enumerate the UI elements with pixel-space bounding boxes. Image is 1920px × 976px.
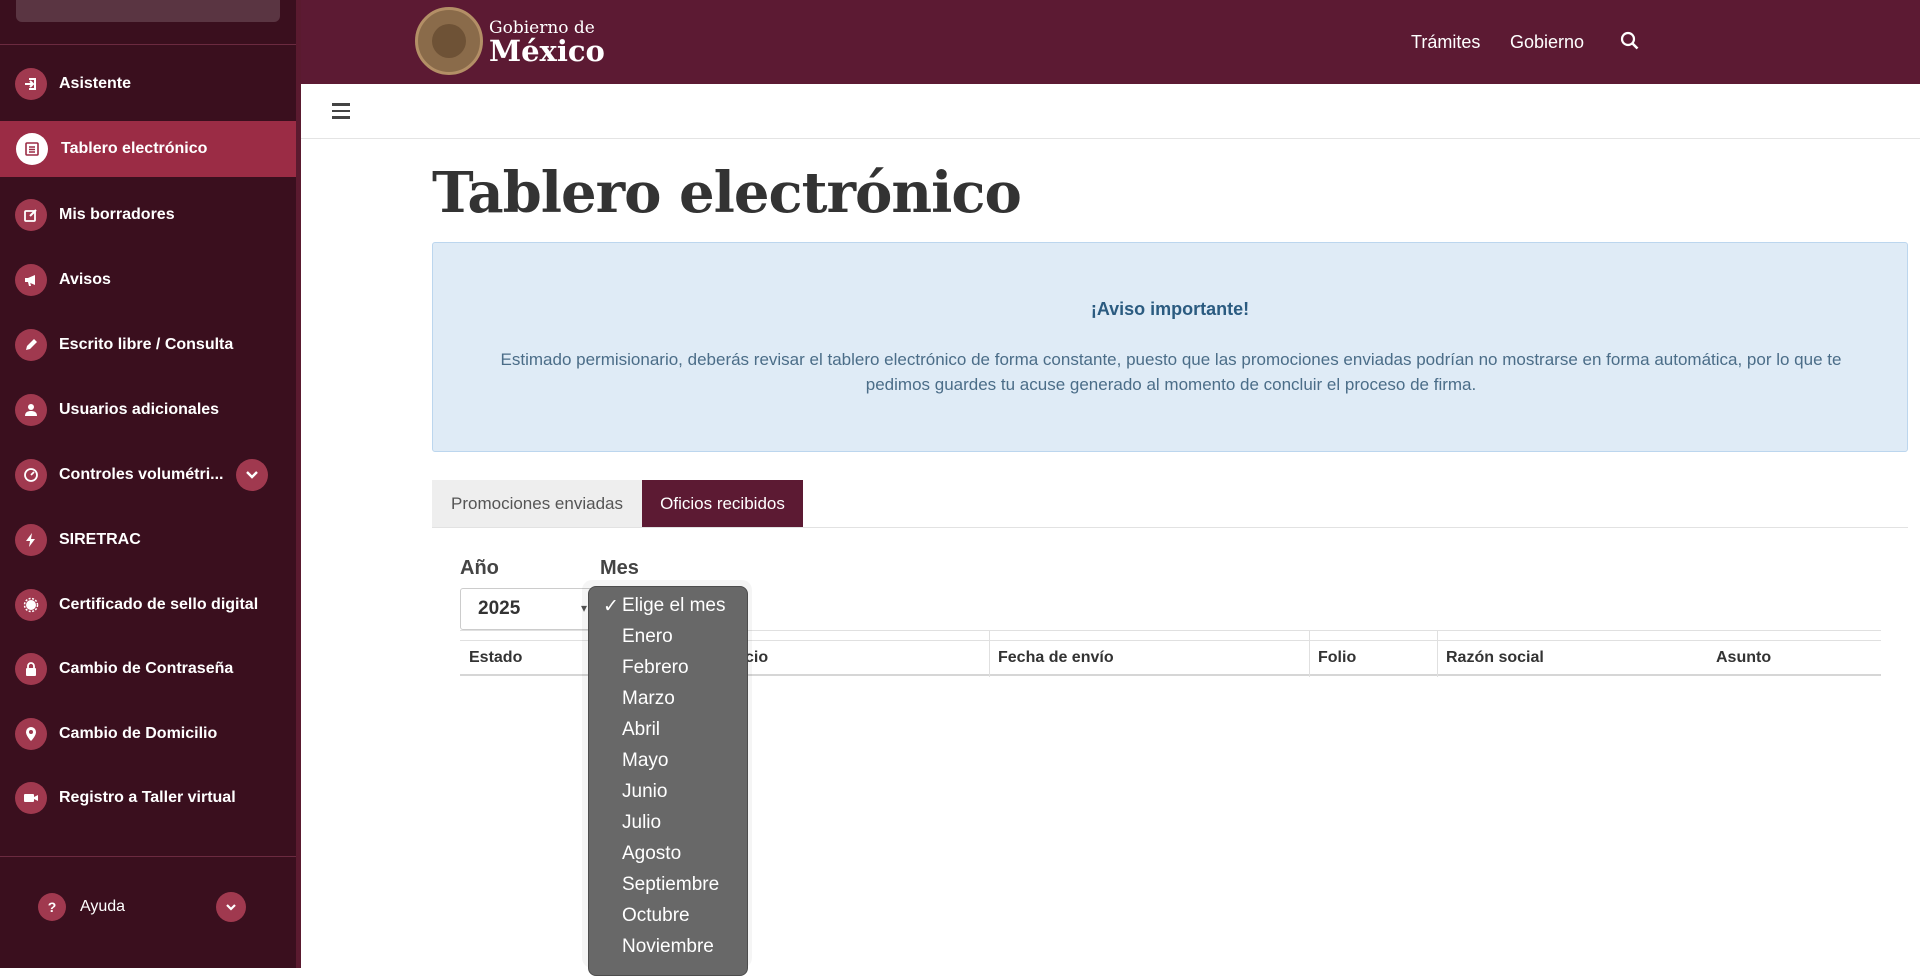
sidebar-item-avisos[interactable]: Avisos [0,252,296,308]
sidebar-item-label: Escrito libre / Consulta [59,336,234,353]
month-dropdown-menu[interactable]: ✓ Elige el mes Enero Febrero Marzo Abril… [588,586,748,976]
month-option-label: Febrero [622,657,689,678]
pencil-icon [15,329,47,361]
month-option[interactable]: Octubre [589,901,747,932]
column-header-razon-social[interactable]: Razón social [1446,649,1544,667]
sidebar-item-cambio-domicilio[interactable]: Cambio de Domicilio [0,706,296,762]
column-header-asunto[interactable]: Asunto [1716,649,1771,667]
megaphone-icon [15,264,47,296]
year-select[interactable]: 2025 ▾ [460,588,598,630]
tab-promociones-enviadas[interactable]: Promociones enviadas [432,480,642,527]
user-icon [15,394,47,426]
month-label: Mes [600,557,639,579]
top-navbar: Gobierno de México Trámites Gobierno [301,0,1920,84]
sidebar-item-label: SIRETRAC [59,531,141,548]
sidebar-item-label: Asistente [59,75,132,92]
menu-toggle-icon[interactable] [332,103,350,119]
sidebar-item-tablero-electronico[interactable]: Tablero electrónico [0,121,296,177]
sidebar-item-mis-borradores[interactable]: Mis borradores [0,187,296,243]
month-option-label: Septiembre [622,874,720,895]
month-option[interactable]: Abril [589,715,747,746]
coat-of-arms-logo[interactable] [415,7,483,75]
month-option-label: Elige el mes [622,595,726,616]
nav-link-tramites[interactable]: Trámites [1411,32,1480,53]
question-icon: ? [38,893,66,921]
month-option-label: Marzo [622,688,675,709]
edit-icon [15,199,47,231]
notice-text: Estimado permisionario, deberás revisar … [500,350,1842,394]
important-notice: ¡Aviso importante! Estimado permisionari… [432,242,1908,452]
year-select-value: 2025 [478,598,521,619]
map-pin-icon [15,718,47,750]
month-option[interactable]: Junio [589,777,747,808]
sidebar-item-asistente[interactable]: Asistente [0,56,296,112]
sidebar-search-box[interactable] [16,0,280,22]
month-option-label: Mayo [622,750,669,771]
sidebar-item-cambio-contrasena[interactable]: Cambio de Contraseña [0,641,296,697]
tab-oficios-recibidos[interactable]: Oficios recibidos [642,480,803,527]
month-option-label: Enero [622,626,673,647]
sidebar-item-label: Usuarios adicionales [59,401,220,418]
year-label: Año [460,557,499,579]
sidebar-item-registro-taller[interactable]: Registro a Taller virtual [0,770,296,826]
sidebar-item-label: Registro a Taller virtual [59,789,236,806]
sidebar-divider [0,44,296,45]
month-option[interactable]: Septiembre [589,870,747,901]
notice-title: ¡Aviso importante! [1090,299,1250,319]
month-option[interactable]: Agosto [589,839,747,870]
chevron-down-icon[interactable] [216,892,246,922]
month-option[interactable]: ✓ Elige el mes [589,591,747,622]
month-option-label: Octubre [622,905,690,926]
gauge-icon [15,459,47,491]
help-label: Ayuda [80,898,126,915]
month-option-label: Junio [622,781,668,802]
sidebar-item-label: Avisos [59,271,111,288]
sidebar-item-label: Mis borradores [59,206,175,223]
month-option-label: Noviembre [622,936,714,957]
sign-in-icon [15,68,47,100]
search-icon[interactable] [1619,30,1641,52]
column-header-estado[interactable]: Estado [469,649,522,667]
month-option-label: Julio [622,812,662,833]
sidebar-item-label: Certificado de sello digital [59,596,259,613]
bolt-icon [15,524,47,556]
sidebar-divider [0,856,296,857]
column-header-fecha-envio[interactable]: Fecha de envío [998,649,1114,667]
month-option[interactable]: Enero [589,622,747,653]
sidebar-item-usuarios-adicionales[interactable]: Usuarios adicionales [0,382,296,438]
sidebar: Asistente Tablero electrónico Mis borrad… [0,0,301,968]
video-icon [15,782,47,814]
month-option-label: Abril [622,719,661,740]
brand-title[interactable]: México [489,34,605,68]
sidebar-item-siretrac[interactable]: SIRETRAC [0,512,296,568]
column-divider [1309,631,1310,677]
nav-link-gobierno[interactable]: Gobierno [1510,32,1584,53]
sidebar-item-label: Tablero electrónico [61,140,208,157]
tabs: Promociones enviadas Oficios recibidos [432,480,1908,528]
column-divider [1437,631,1438,677]
sidebar-help[interactable]: ? Ayuda [38,892,248,922]
chevron-down-icon[interactable] [236,459,268,491]
sidebar-scrollbar[interactable] [296,0,301,968]
toolbar [301,84,1920,139]
sidebar-item-label: Controles volumétri... [59,466,224,483]
list-icon [16,133,48,165]
checkmark-icon: ✓ [603,596,619,617]
certificate-icon [15,589,47,621]
month-option[interactable]: Noviembre [589,932,747,963]
month-option[interactable]: Mayo [589,746,747,777]
month-option[interactable]: Marzo [589,684,747,715]
column-header-folio[interactable]: Folio [1318,649,1356,667]
sidebar-item-label: Cambio de Contraseña [59,660,234,677]
sidebar-item-certificado[interactable]: Certificado de sello digital [0,577,296,633]
page-title: Tablero electrónico [432,160,1022,226]
month-option-label: Agosto [622,843,682,864]
month-option[interactable]: Febrero [589,653,747,684]
month-option[interactable]: Julio [589,808,747,839]
sidebar-item-label: Cambio de Domicilio [59,725,218,742]
sidebar-item-controles-volumetricos[interactable]: Controles volumétri... [0,447,296,503]
sidebar-item-escrito-libre[interactable]: Escrito libre / Consulta [0,317,296,373]
lock-icon [15,653,47,685]
column-divider [989,631,990,677]
